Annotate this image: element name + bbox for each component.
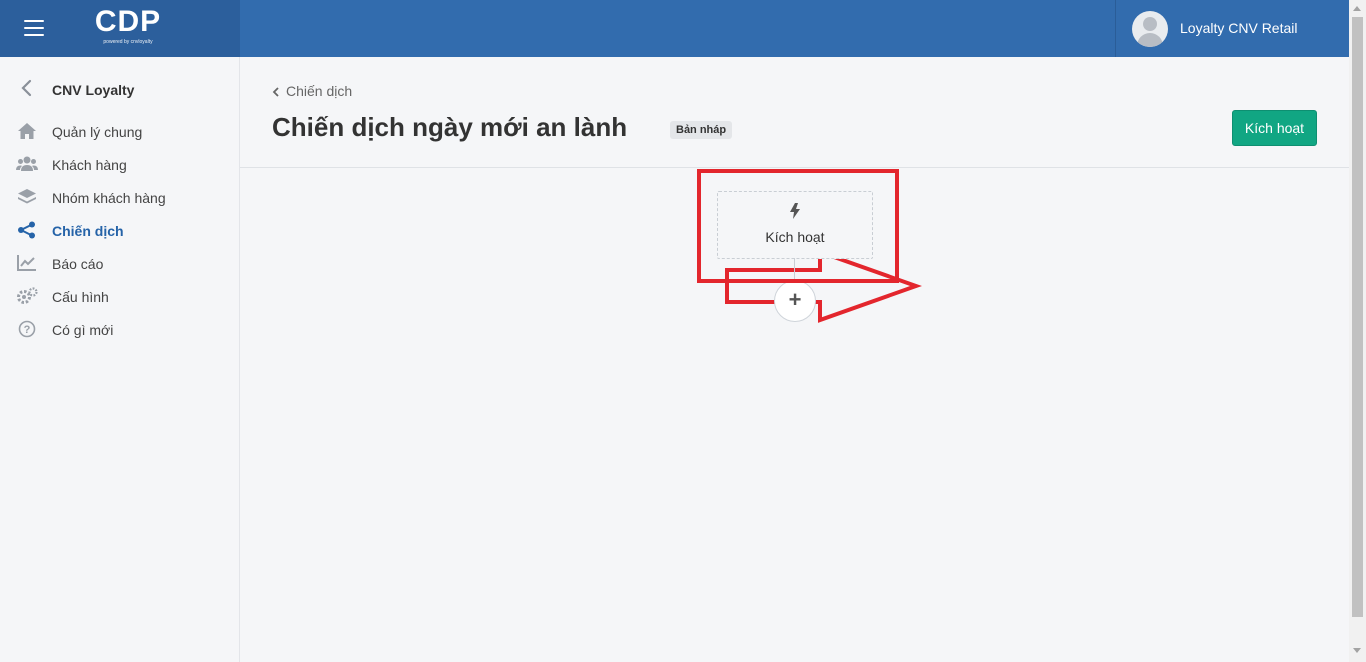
home-icon [18, 123, 36, 139]
sidebar-item-label: Chiến dịch [52, 223, 124, 239]
sidebar-item-chien-dich[interactable]: Chiến dịch [0, 215, 239, 245]
sidebar-item-label: Nhóm khách hàng [52, 190, 166, 206]
chart-line-icon [17, 255, 36, 271]
plus-icon: + [788, 287, 802, 312]
page-title: Chiến dịch ngày mới an lành [272, 112, 628, 142]
activate-button[interactable]: Kích hoạt [1232, 110, 1317, 146]
scroll-up-arrow-icon[interactable] [1353, 6, 1361, 11]
gears-icon [17, 287, 38, 304]
scroll-thumb[interactable] [1352, 17, 1363, 617]
layers-icon [18, 189, 36, 204]
sidebar-item-cau-hinh[interactable]: Cấu hình [0, 281, 239, 311]
users-icon [16, 156, 38, 171]
brand-area: CDP powered by cnvloyalty [0, 0, 240, 57]
sidebar-title: CNV Loyalty [52, 82, 135, 98]
share-icon [18, 221, 35, 239]
sidebar-item-co-gi-moi[interactable]: ? Có gì mới [0, 314, 239, 344]
svg-text:?: ? [24, 324, 31, 336]
sidebar-item-khach-hang[interactable]: Khách hàng [0, 149, 239, 179]
annotation-highlight-box [697, 169, 899, 283]
cdp-logo[interactable]: CDP powered by cnvloyalty [88, 6, 168, 52]
sidebar-item-bao-cao[interactable]: Báo cáo [0, 248, 239, 278]
top-bar: CDP powered by cnvloyalty Loyalty CNV Re… [0, 0, 1349, 57]
main-content: Chiến dịch Chiến dịch ngày mới an lành B… [240, 57, 1349, 662]
scrollbar[interactable] [1349, 0, 1366, 662]
menu-toggle-icon[interactable] [24, 20, 44, 36]
scroll-down-arrow-icon[interactable] [1353, 648, 1361, 653]
logo-subtitle: powered by cnvloyalty [103, 39, 153, 45]
breadcrumb[interactable]: Chiến dịch [272, 83, 352, 99]
logo-text: CDP [94, 5, 162, 38]
sidebar-item-label: Báo cáo [52, 256, 104, 272]
sidebar-item-label: Quản lý chung [52, 124, 143, 140]
sidebar-item-nhom-khach-hang[interactable]: Nhóm khách hàng [0, 182, 239, 212]
add-step-button[interactable]: + [774, 280, 816, 322]
status-badge: Bản nháp [670, 121, 733, 139]
chevron-left-icon [272, 87, 279, 97]
user-menu[interactable]: Loyalty CNV Retail [1115, 0, 1350, 57]
breadcrumb-label: Chiến dịch [286, 83, 353, 99]
header-divider [240, 167, 1349, 168]
avatar [1132, 11, 1168, 47]
chevron-left-icon [21, 79, 32, 97]
sidebar: CNV Loyalty Quản lý chung Khách hàng Nhó… [0, 57, 240, 662]
sidebar-item-label: Khách hàng [52, 157, 127, 173]
sidebar-back[interactable]: CNV Loyalty [0, 77, 239, 103]
sidebar-item-label: Cấu hình [52, 289, 109, 305]
user-name: Loyalty CNV Retail [1180, 20, 1298, 36]
sidebar-item-quan-ly-chung[interactable]: Quản lý chung [0, 116, 239, 146]
sidebar-item-label: Có gì mới [52, 322, 114, 338]
question-circle-icon: ? [18, 320, 36, 338]
